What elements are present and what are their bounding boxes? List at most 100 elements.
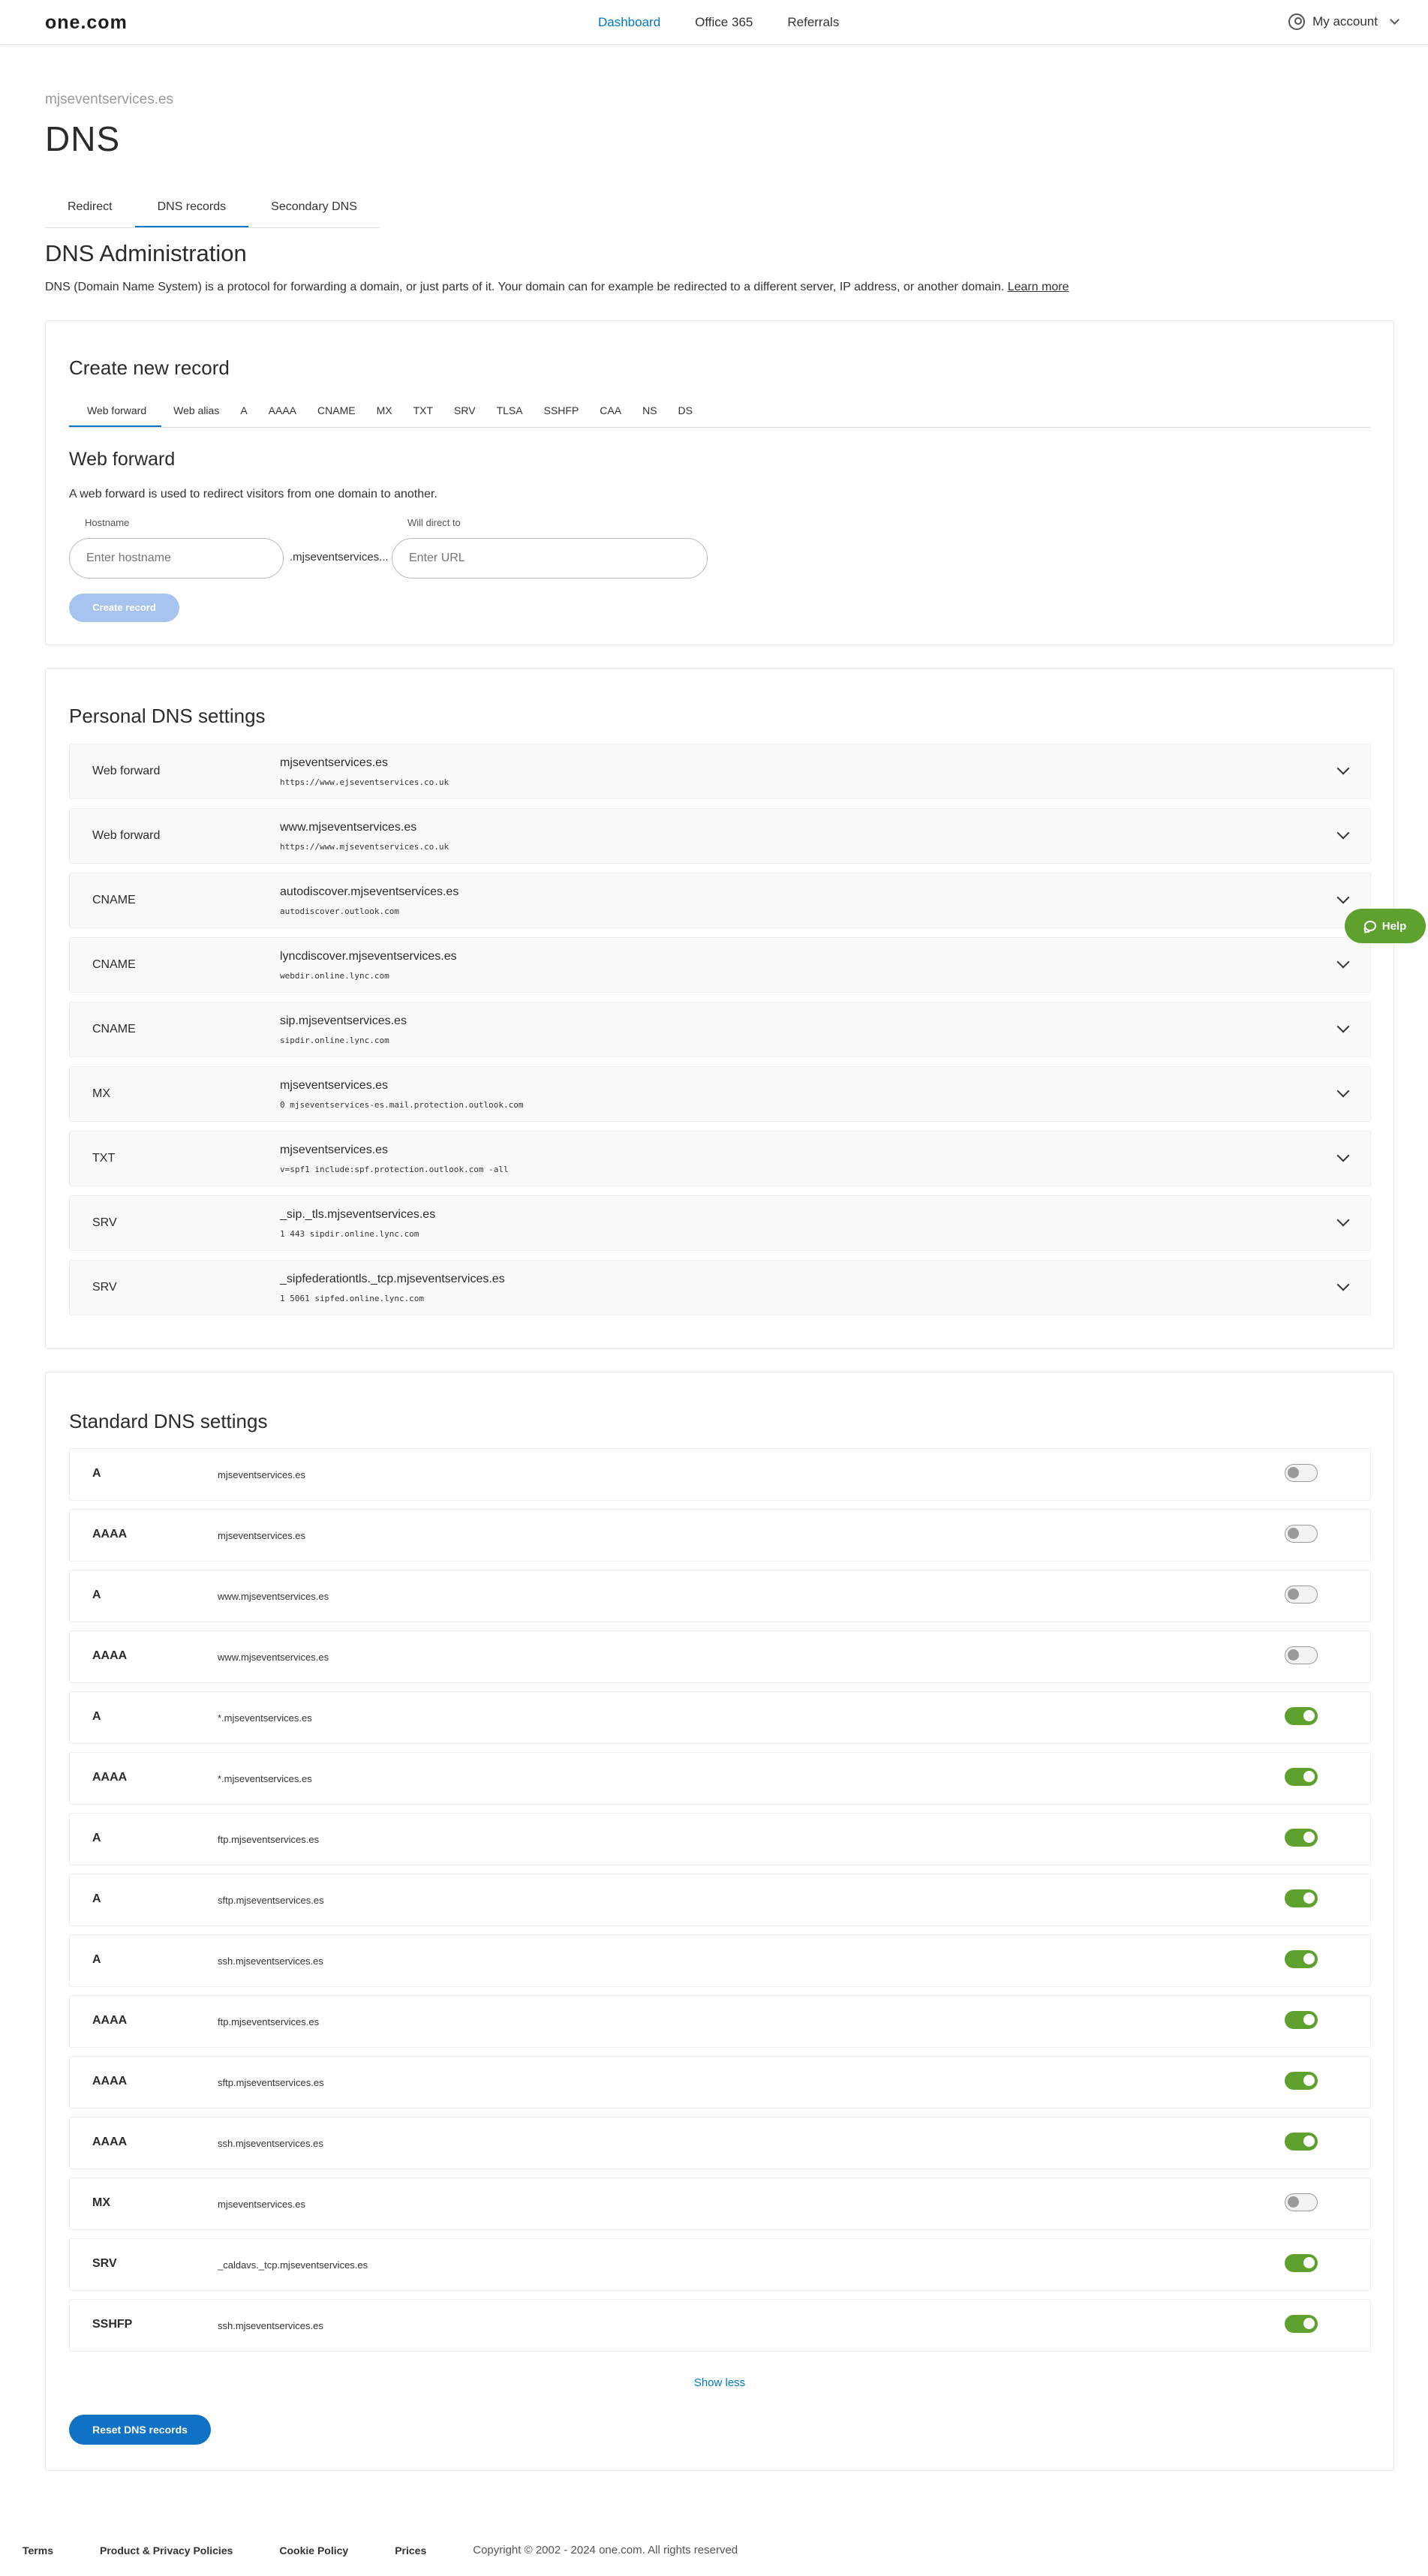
record-toggle[interactable] (1285, 1586, 1318, 1604)
tab-secondary-dns[interactable]: Secondary DNS (248, 195, 380, 227)
chevron-down-icon[interactable] (1336, 1213, 1350, 1227)
record-host: ssh.mjseventservices.es (218, 2138, 323, 2149)
top-bar: one.com Dashboard Office 365 Referrals M… (0, 0, 1428, 45)
record-toggle[interactable] (1285, 2011, 1318, 2029)
record-type: MX (92, 2196, 110, 2209)
personal-record-row[interactable]: Web forward mjseventservices.es https://ww… (69, 744, 1371, 799)
record-tab-cname[interactable]: CNAME (308, 404, 365, 427)
personal-record-row[interactable]: TXT mjseventservices.es v=spf1 include:spf… (69, 1131, 1371, 1186)
record-type: A (92, 1589, 101, 1601)
record-tab-ds[interactable]: DS (669, 404, 702, 427)
record-toggle[interactable] (1285, 1646, 1318, 1664)
chat-bubble-icon (1363, 921, 1376, 931)
record-toggle[interactable] (1285, 1525, 1318, 1543)
hostname-label: Hostname (85, 517, 130, 528)
record-toggle[interactable] (1285, 1707, 1318, 1725)
record-value: 0 mjseventservices-es.mail.protection.ou… (280, 1100, 524, 1110)
footer-prices[interactable]: Prices (395, 2544, 426, 2556)
chevron-down-icon[interactable] (1336, 891, 1350, 904)
chevron-down-icon[interactable] (1336, 762, 1350, 775)
record-toggle[interactable] (1285, 1829, 1318, 1847)
record-tab-ns[interactable]: NS (633, 404, 666, 427)
record-tab-web-forward[interactable]: Web forward (69, 404, 162, 427)
toggle-knob (1303, 2136, 1315, 2147)
admin-description: DNS (Domain Name System) is a protocol f… (45, 281, 1069, 294)
footer-privacy[interactable]: Product & Privacy Policies (100, 2544, 233, 2556)
record-toggle[interactable] (1285, 1768, 1318, 1786)
record-toggle[interactable] (1285, 2072, 1318, 2090)
nav-referrals[interactable]: Referrals (787, 15, 839, 30)
standard-record-row: AAAA sftp.mjseventservices.es (69, 2056, 1371, 2109)
url-input[interactable] (392, 538, 708, 579)
record-toggle[interactable] (1285, 1950, 1318, 1968)
personal-record-row[interactable]: Web forward www.mjseventservices.es https:… (69, 808, 1371, 864)
footer-terms[interactable]: Terms (23, 2544, 53, 2556)
record-tab-sshfp[interactable]: SSHFP (535, 404, 588, 427)
breadcrumb[interactable]: mjseventservices.es (45, 92, 173, 108)
top-nav: Dashboard Office 365 Referrals (598, 15, 873, 30)
record-toggle[interactable] (1285, 2315, 1318, 2333)
nav-office-365[interactable]: Office 365 (695, 15, 753, 30)
record-tab-aaaa[interactable]: AAAA (260, 404, 305, 427)
record-value: https://www.ejseventservices.co.uk (280, 777, 449, 787)
record-host: mjseventservices.es (280, 1144, 389, 1156)
personal-record-row[interactable]: CNAME lyncdiscover.mjseventservices.es web… (69, 937, 1371, 993)
record-toggle[interactable] (1285, 1889, 1318, 1907)
record-host: _sip._tls.mjseventservices.es (280, 1208, 436, 1221)
chevron-down-icon[interactable] (1336, 955, 1350, 969)
record-tab-a[interactable]: A (231, 404, 256, 427)
record-host: _caldavs._tcp.mjseventservices.es (218, 2259, 368, 2271)
footer-cookie[interactable]: Cookie Policy (279, 2544, 348, 2556)
record-host: mjseventservices.es (218, 2199, 306, 2210)
record-host: _sipfederationtls._tcp.mjseventservices.… (280, 1273, 505, 1285)
personal-record-row[interactable]: CNAME sip.mjseventservices.es sipdir.onlin… (69, 1002, 1371, 1057)
record-toggle[interactable] (1285, 2133, 1318, 2151)
record-toggle[interactable] (1285, 2193, 1318, 2211)
hostname-input[interactable] (69, 538, 284, 579)
tab-dns-records[interactable]: DNS records (134, 195, 249, 227)
chevron-down-icon[interactable] (1336, 1149, 1350, 1162)
reset-dns-button[interactable]: Reset DNS records (69, 2415, 211, 2445)
personal-record-row[interactable]: CNAME autodiscover.mjseventservices.es aut… (69, 873, 1371, 928)
chevron-down-icon[interactable] (1336, 1278, 1350, 1291)
toggle-knob (1303, 1832, 1315, 1843)
record-tab-caa[interactable]: CAA (591, 404, 630, 427)
record-host: sip.mjseventservices.es (280, 1014, 407, 1027)
record-toggle[interactable] (1285, 2254, 1318, 2272)
record-tab-web-alias[interactable]: Web alias (164, 404, 228, 427)
help-button[interactable]: Help (1345, 909, 1426, 943)
record-tab-srv[interactable]: SRV (445, 404, 485, 427)
account-menu[interactable]: My account (1288, 14, 1399, 30)
record-tab-mx[interactable]: MX (368, 404, 401, 427)
toggle-knob (1288, 1467, 1299, 1478)
show-less-link[interactable]: Show less (46, 2376, 1393, 2389)
standard-record-row: AAAA ftp.mjseventservices.es (69, 1995, 1371, 2048)
toggle-knob (1303, 2075, 1315, 2086)
record-tab-tlsa[interactable]: TLSA (488, 404, 532, 427)
personal-record-row[interactable]: SRV _sipfederationtls._tcp.mjseventservic… (69, 1260, 1371, 1315)
standard-record-row: AAAA www.mjseventservices.es (69, 1631, 1371, 1683)
create-record-button[interactable]: Create record (69, 594, 179, 622)
chevron-down-icon[interactable] (1336, 1084, 1350, 1098)
record-toggle[interactable] (1285, 1464, 1318, 1482)
admin-description-text: DNS (Domain Name System) is a protocol f… (45, 281, 1005, 293)
personal-dns-title: Personal DNS settings (69, 705, 266, 727)
learn-more-link[interactable]: Learn more (1008, 281, 1069, 293)
toggle-knob (1288, 1589, 1299, 1600)
tab-redirect[interactable]: Redirect (45, 195, 135, 227)
toggle-knob (1303, 2014, 1315, 2025)
chevron-down-icon[interactable] (1336, 1020, 1350, 1033)
record-tab-txt[interactable]: TXT (404, 404, 442, 427)
chevron-down-icon[interactable] (1336, 826, 1350, 840)
logo[interactable]: one.com (45, 12, 128, 34)
record-host: autodiscover.mjseventservices.es (280, 885, 459, 898)
toggle-knob (1303, 1892, 1315, 1904)
record-host: mjseventservices.es (218, 1530, 306, 1541)
record-type: A (92, 1710, 101, 1723)
nav-dashboard[interactable]: Dashboard (598, 15, 660, 30)
record-type: Web forward (92, 829, 161, 842)
personal-record-row[interactable]: SRV _sip._tls.mjseventservices.es 1 443 si… (69, 1195, 1371, 1251)
personal-record-row[interactable]: MX mjseventservices.es 0 mjseventservices-… (69, 1066, 1371, 1122)
record-host: *.mjseventservices.es (218, 1712, 312, 1724)
record-host: *.mjseventservices.es (218, 1773, 312, 1784)
